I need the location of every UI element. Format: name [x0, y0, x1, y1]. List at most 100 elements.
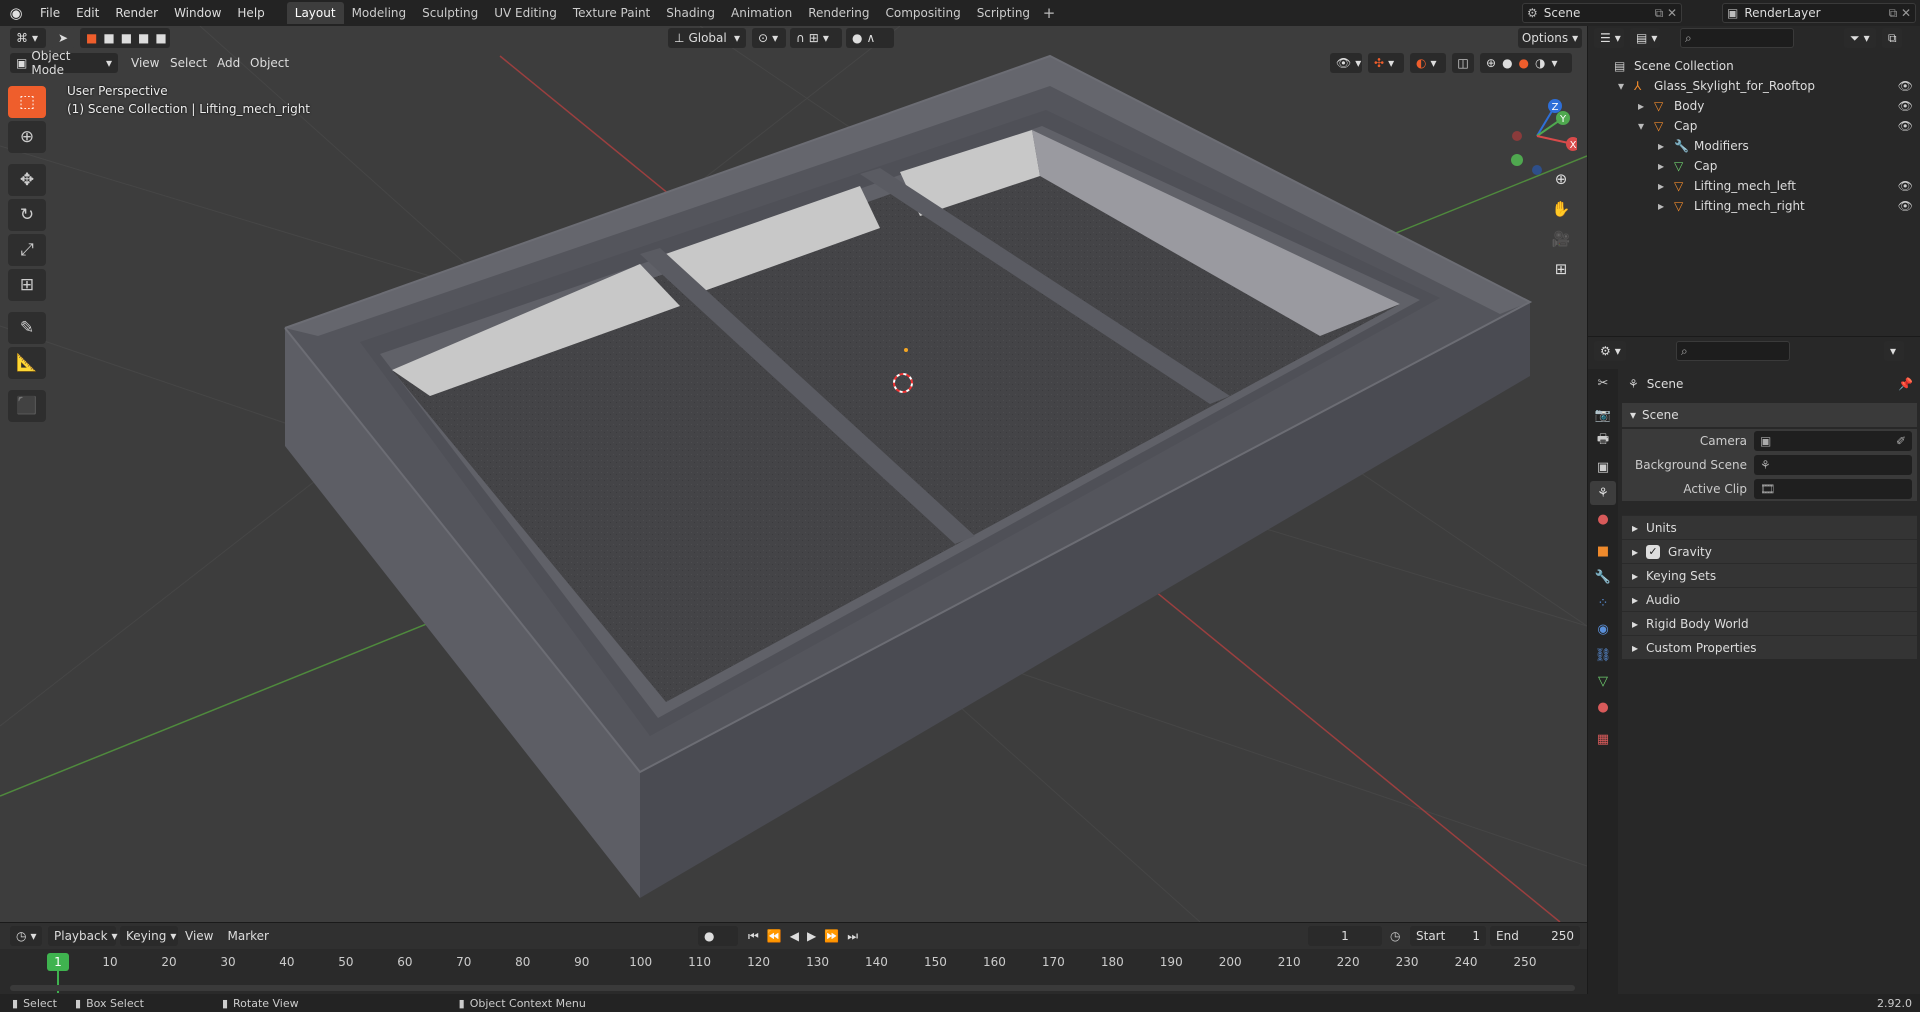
menu-help[interactable]: Help [229, 0, 272, 26]
eye-icon[interactable]: 👁 [1898, 79, 1913, 93]
pin-icon[interactable]: 📌 [1898, 377, 1913, 391]
audio-panel[interactable]: ▸ Audio [1622, 587, 1917, 611]
display-mode-dropdown[interactable]: ▤ ▾ [1630, 28, 1660, 48]
xray-toggle[interactable]: ◫ [1452, 53, 1474, 73]
properties-editor[interactable]: ⚙ ▾ ⌕ ▾ ✂ 📷 🖶 ▣ ⚘ ● ■ 🔧 ⁘ ◉ ⛓ ▽ ● ▦ ⚘ Sce… [1587, 336, 1920, 995]
tab-tool[interactable]: ✂ [1590, 371, 1616, 395]
viewport-menu-add[interactable]: Add [210, 53, 247, 73]
disclosure-triangle-icon[interactable]: ▸ [1658, 159, 1674, 173]
properties-search-input[interactable]: ⌕ [1676, 341, 1790, 361]
jump-end-icon[interactable]: ⏭ [847, 929, 858, 944]
tab-modeling[interactable]: Modeling [344, 2, 415, 24]
tab-animation[interactable]: Animation [723, 2, 800, 24]
proportional-edit-group[interactable]: ● ∧ [846, 28, 894, 48]
prev-keyframe-icon[interactable]: ⏪ [767, 929, 782, 944]
tab-view-layer[interactable]: ▣ [1590, 455, 1616, 479]
scale-tool[interactable]: ⤢ [8, 234, 46, 266]
outliner-row[interactable]: ▸ ▽ Lifting_mech_left 👁 [1588, 176, 1920, 196]
outliner-row[interactable]: ▤ Scene Collection [1588, 56, 1920, 76]
visibility-dropdown[interactable]: 👁 ▾ [1330, 53, 1362, 73]
select-tool-button[interactable]: ➤ [50, 28, 76, 48]
keying-sets-panel[interactable]: ▸ Keying Sets [1622, 563, 1917, 587]
outliner-row[interactable]: ▾ ⅄ Glass_Skylight_for_Rooftop 👁 [1588, 76, 1920, 96]
camera-field[interactable]: ▣ ✐ [1754, 431, 1912, 451]
jump-start-icon[interactable]: ⏮ [748, 929, 759, 944]
rotate-tool[interactable]: ↻ [8, 199, 46, 231]
tab-texture[interactable]: ▦ [1590, 727, 1616, 751]
move-tool[interactable]: ✥ [8, 164, 46, 196]
outliner-row[interactable]: ▸ 🔧 Modifiers [1588, 136, 1920, 156]
tab-data[interactable]: ▽ [1590, 669, 1616, 693]
outliner-row[interactable]: ▸ ▽ Cap [1588, 156, 1920, 176]
tab-object[interactable]: ■ [1590, 539, 1616, 563]
outliner-editor-type[interactable]: ☰ ▾ [1594, 28, 1624, 48]
outliner-row[interactable]: ▸ ▽ Lifting_mech_right 👁 [1588, 196, 1920, 216]
keying-menu[interactable]: Keying ▾ [120, 926, 178, 946]
options-button[interactable]: Options ▾ [1518, 28, 1582, 48]
next-keyframe-icon[interactable]: ⏩ [824, 929, 839, 944]
units-panel[interactable]: ▸ Units [1622, 515, 1917, 539]
tab-scene[interactable]: ⚘ [1590, 481, 1616, 505]
add-cube-tool[interactable]: ⬛ [8, 390, 46, 422]
tab-world[interactable]: ● [1590, 507, 1616, 531]
eyedropper-icon[interactable]: ✐ [1896, 434, 1906, 448]
tab-shading[interactable]: Shading [658, 2, 723, 24]
gravity-checkbox[interactable]: ✓ [1646, 544, 1661, 559]
tab-uv-editing[interactable]: UV Editing [486, 2, 565, 24]
skylight-model[interactable] [284, 54, 1533, 898]
cursor-tool[interactable]: ⊕ [8, 121, 46, 153]
disclosure-triangle-icon[interactable]: ▸ [1658, 179, 1674, 193]
tab-layout[interactable]: Layout [286, 2, 344, 24]
tab-scripting[interactable]: Scripting [969, 2, 1038, 24]
tab-physics[interactable]: ◉ [1590, 617, 1616, 641]
properties-editor-type[interactable]: ⚙ ▾ [1594, 341, 1626, 361]
properties-options-button[interactable]: ▾ [1884, 341, 1904, 361]
auto-keying-toggle[interactable]: ● [698, 926, 738, 946]
transform-tool[interactable]: ⊞ [8, 269, 46, 301]
tab-output[interactable]: 🖶 [1590, 429, 1616, 453]
outliner[interactable]: ☰ ▾ ▤ ▾ ⌕ ⏷ ▾ ⧉ ▤ Scene Collection ▾ ⅄ Glass_Sk… [1587, 26, 1920, 336]
3d-viewport[interactable]: ▣ Object Mode ▾ View Select Add Object ⌘… [0, 26, 1587, 922]
background-scene-field[interactable]: ⚘ [1754, 455, 1912, 475]
start-frame-field[interactable]: Start 1 [1410, 926, 1486, 946]
disclosure-triangle-icon[interactable]: ▾ [1638, 119, 1654, 133]
annotate-tool[interactable]: ✎ [8, 312, 46, 344]
disclosure-triangle-icon[interactable]: ▸ [1658, 139, 1674, 153]
gravity-panel[interactable]: ▸ ✓ Gravity [1622, 539, 1917, 563]
custom-properties-panel[interactable]: ▸ Custom Properties [1622, 635, 1917, 659]
view-layer-selector[interactable]: ▣ RenderLayer ⧉ ✕ [1722, 3, 1916, 23]
menu-file[interactable]: File [32, 0, 68, 26]
rigid-body-world-panel[interactable]: ▸ Rigid Body World [1622, 611, 1917, 635]
blender-logo-icon[interactable]: ◉ [0, 0, 32, 26]
tab-sculpting[interactable]: Sculpting [414, 2, 486, 24]
timeline-editor-type[interactable]: ◷ ▾ [10, 926, 42, 946]
camera-view-button[interactable]: 🎥 [1548, 226, 1574, 252]
tab-constraints[interactable]: ⛓ [1590, 643, 1616, 667]
viewport-menu-view[interactable]: View [124, 53, 166, 73]
playback-menu[interactable]: Playback ▾ [48, 926, 118, 946]
outliner-row[interactable]: ▸ ▽ Body 👁 [1588, 96, 1920, 116]
active-clip-field[interactable]: 🎞 [1754, 479, 1912, 499]
tab-render[interactable]: 📷 [1590, 403, 1616, 427]
eye-icon[interactable]: 👁 [1898, 99, 1913, 113]
timeline-menu-view[interactable]: View [178, 926, 220, 946]
select-mode-group[interactable]: ■ ■ ■ ■ ■ [80, 28, 170, 48]
outliner-search-input[interactable]: ⌕ [1680, 28, 1794, 48]
tab-material[interactable]: ● [1590, 695, 1616, 719]
menu-window[interactable]: Window [166, 0, 229, 26]
viewport-menu-select[interactable]: Select [163, 53, 214, 73]
filter-dropdown[interactable]: ⏷ ▾ [1844, 28, 1876, 48]
navigation-gizmo[interactable]: Z Y X [1497, 96, 1577, 176]
timeline-menu-marker[interactable]: Marker [220, 926, 275, 946]
eye-icon[interactable]: 👁 [1898, 119, 1913, 133]
play-icon[interactable]: ▶ [807, 929, 816, 944]
select-box-tool[interactable]: ⬚ [8, 86, 46, 118]
scene-selector[interactable]: ⚙ Scene ⧉ ✕ [1522, 3, 1682, 23]
disclosure-triangle-icon[interactable]: ▸ [1638, 99, 1654, 113]
ortho-toggle-button[interactable]: ⊞ [1548, 256, 1574, 282]
editor-type-button[interactable]: ⌘ ▾ [10, 28, 46, 48]
gizmo-toggle[interactable]: ✣ ▾ [1368, 53, 1404, 73]
tab-particles[interactable]: ⁘ [1590, 591, 1616, 615]
timeline-editor[interactable]: ◷ ▾ Playback ▾ Keying ▾ View Marker ● ⏮ ⏪ ◀… [0, 922, 1587, 994]
overlays-toggle[interactable]: ◐ ▾ [1410, 53, 1446, 73]
